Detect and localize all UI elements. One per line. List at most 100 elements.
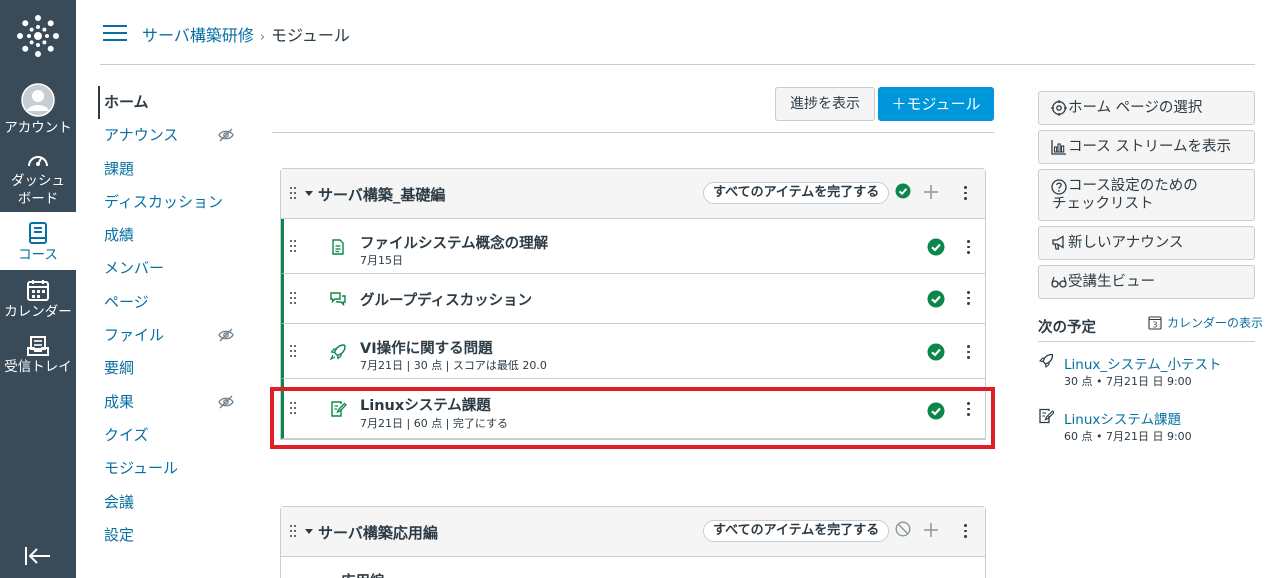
coming-up-title[interactable]: Linuxシステム課題 [1064, 408, 1181, 428]
global-nav: アカウント ダッシュ ボード コース カレンダー 受信トレイ [0, 0, 76, 578]
course-nav-outcomes[interactable]: 成果 [98, 386, 248, 419]
complete-check-icon [927, 290, 945, 308]
module-item[interactable]: Linuxシステム課題 7月21日 | 60 点 | 完了にする [281, 379, 985, 439]
module-item[interactable]: 応用編 [281, 557, 985, 578]
module-item-title[interactable]: グループディスカッション [360, 289, 532, 310]
hamburger-menu-icon[interactable] [103, 24, 127, 42]
nav-account[interactable]: アカウント [0, 83, 76, 137]
nav-dashboard-label-2: ボード [17, 191, 59, 207]
hidden-eye-icon [218, 128, 234, 142]
nav-calendar[interactable]: カレンダー [0, 279, 76, 321]
avatar-icon [21, 83, 55, 117]
complete-check-icon [927, 343, 945, 361]
view-progress-button[interactable]: 進捗を表示 [775, 87, 875, 121]
course-nav-conferences[interactable]: 会議 [98, 486, 248, 519]
coming-up-item[interactable]: Linuxシステム課題 60 点 • 7月21日 日 9:00 [1038, 408, 1255, 444]
module-item-title[interactable]: ファイルシステム概念の理解 [360, 232, 548, 253]
breadcrumb-course-link[interactable]: サーバ構築研修 [142, 26, 254, 45]
course-nav-files[interactable]: ファイル [98, 319, 248, 352]
add-item-plus-icon[interactable] [923, 184, 939, 200]
drag-handle-icon[interactable] [290, 292, 298, 306]
module-card: サーバ構築応用編 すべてのアイテムを完了する 応用編 [280, 506, 986, 578]
page-header: サーバ構築研修 › モジュール [100, 14, 1255, 65]
new-announcement-button[interactable]: 新しいアナウンス [1038, 226, 1255, 260]
module-title: サーバ構築_基礎編 [318, 186, 446, 204]
megaphone-icon [1052, 235, 1064, 250]
module-item-meta: 7月15日 [360, 254, 403, 267]
view-calendar-label: カレンダーの表示 [1167, 316, 1264, 330]
drag-handle-icon[interactable] [290, 525, 298, 539]
canvas-logo-icon[interactable] [16, 14, 60, 58]
module-options-icon[interactable] [963, 524, 967, 538]
nav-courses-label: コース [18, 247, 58, 263]
item-options-icon[interactable] [966, 291, 970, 305]
course-nav-announcements[interactable]: アナウンス [98, 119, 248, 152]
view-course-stream-button[interactable]: コース ストリームを表示 [1038, 130, 1255, 164]
module-item[interactable]: VI操作に関する問題 7月21日 | 30 点 | スコアは最低 20.0 [281, 324, 985, 379]
coming-up-detail: 30 点 • 7月21日 日 9:00 [1064, 375, 1192, 388]
quiz-rocket-icon [1038, 353, 1054, 369]
student-view-label: 受講生ビュー [1068, 274, 1155, 290]
drag-handle-icon[interactable] [290, 402, 298, 416]
module-item-title[interactable]: 応用編 [341, 570, 385, 578]
drag-handle-icon[interactable] [290, 345, 298, 359]
item-options-icon[interactable] [966, 345, 970, 359]
module-item-meta: 7月21日 | 60 点 | 完了にする [360, 417, 508, 430]
module-options-icon[interactable] [963, 186, 967, 200]
coming-up-item[interactable]: Linux_システム_小テスト 30 点 • 7月21日 日 9:00 [1038, 353, 1255, 389]
choose-home-page-button[interactable]: ホーム ページの選択 [1038, 91, 1255, 125]
nav-dashboard[interactable]: ダッシュ ボード [0, 150, 76, 208]
coming-up-heading: 次の予定 [1038, 320, 1096, 336]
complete-check-icon [927, 402, 945, 420]
view-course-stream-label: コース ストリームを表示 [1068, 139, 1231, 155]
course-nav-pages[interactable]: ページ [98, 286, 248, 319]
collapse-caret-icon[interactable] [305, 191, 313, 196]
course-nav-grades[interactable]: 成績 [98, 219, 248, 252]
nav-inbox-label: 受信トレイ [4, 359, 72, 375]
course-nav-modules[interactable]: モジュール [98, 452, 248, 485]
coming-up-divider [1038, 341, 1255, 342]
item-options-icon[interactable] [966, 402, 970, 416]
module-item[interactable]: ファイルシステム概念の理解 7月15日 [281, 219, 985, 274]
breadcrumb-separator: › [259, 30, 266, 45]
module-item-title[interactable]: Linuxシステム課題 [360, 394, 491, 415]
view-calendar-link[interactable]: 3 カレンダーの表示 [1148, 314, 1263, 331]
add-module-button[interactable]: ＋モジュール [878, 87, 994, 121]
student-view-button[interactable]: 受講生ビュー [1038, 265, 1255, 299]
module-item-title[interactable]: VI操作に関する問題 [360, 337, 493, 358]
calendar-day-number: 3 [1153, 320, 1158, 329]
nav-courses[interactable]: コース [0, 212, 76, 270]
module-header[interactable]: サーバ構築_基礎編 すべてのアイテムを完了する [281, 169, 985, 219]
collapse-caret-icon[interactable] [305, 529, 313, 534]
bar-chart-icon [1051, 140, 1066, 155]
add-item-plus-icon[interactable] [923, 522, 939, 538]
choose-home-page-label: ホーム ページの選択 [1068, 100, 1203, 116]
question-circle-icon [1051, 179, 1067, 195]
course-nav-quizzes[interactable]: クイズ [98, 419, 248, 452]
page-document-icon [332, 239, 344, 255]
collapse-nav-icon[interactable] [24, 544, 52, 568]
item-options-icon[interactable] [966, 240, 970, 254]
course-nav-people[interactable]: メンバー [98, 252, 248, 285]
hidden-eye-icon [218, 395, 234, 409]
glasses-icon [1051, 276, 1067, 288]
assignment-icon [1039, 408, 1054, 424]
complete-check-icon [927, 238, 945, 256]
course-nav-settings[interactable]: 設定 [98, 519, 248, 552]
nav-calendar-label: カレンダー [4, 304, 72, 320]
nav-dashboard-label-1: ダッシュ [11, 173, 65, 189]
module-header[interactable]: サーバ構築応用編 すべてのアイテムを完了する [281, 507, 985, 557]
coming-up-title[interactable]: Linux_システム_小テスト [1064, 353, 1221, 373]
course-setup-checklist-button[interactable]: コース設定のための チェックリスト [1038, 169, 1255, 221]
course-nav-discussions[interactable]: ディスカッション [98, 186, 248, 219]
course-nav-home[interactable]: ホーム [98, 86, 248, 120]
requirement-pill: すべてのアイテムを完了する [703, 182, 890, 204]
coming-up-detail: 60 点 • 7月21日 日 9:00 [1064, 430, 1192, 443]
drag-handle-icon[interactable] [290, 187, 298, 201]
hidden-eye-icon [218, 328, 234, 342]
drag-handle-icon[interactable] [290, 240, 298, 254]
course-nav-assignments[interactable]: 課題 [98, 153, 248, 186]
nav-inbox[interactable]: 受信トレイ [0, 336, 76, 376]
course-nav-syllabus[interactable]: 要綱 [98, 352, 248, 385]
module-item[interactable]: グループディスカッション [281, 274, 985, 324]
